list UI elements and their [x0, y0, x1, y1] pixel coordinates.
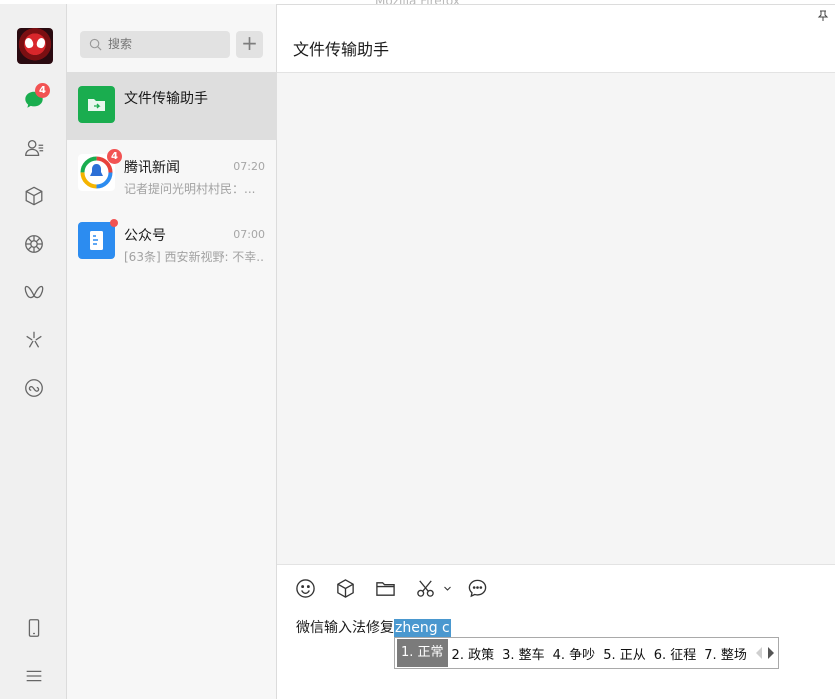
ime-candidate[interactable]: 3. 整车 [498, 640, 549, 667]
official-accounts-icon [78, 222, 115, 259]
ime-candidate[interactable]: 1. 正常 [397, 639, 448, 667]
search-discover-icon[interactable] [22, 328, 46, 352]
add-button[interactable]: + [236, 31, 263, 58]
chat-item-official-accounts[interactable]: 公众号 07:00 [63条] 西安新视野: 不幸... [67, 208, 277, 276]
chat-item-file-transfer[interactable]: 文件传输助手 [67, 72, 277, 140]
search-icon [89, 38, 102, 51]
ime-next-page-icon[interactable] [768, 647, 774, 659]
contacts-icon[interactable] [22, 136, 46, 160]
composer-committed-text: 微信输入法修复 [296, 620, 394, 636]
emoji-icon[interactable] [294, 577, 316, 599]
ime-candidate[interactable]: 4. 争吵 [549, 640, 600, 667]
composer-input[interactable]: 微信输入法修复zheng c [296, 617, 451, 637]
search-box[interactable] [80, 31, 230, 58]
menu-icon[interactable] [22, 664, 46, 688]
ime-candidate[interactable]: 6. 征程 [650, 640, 701, 667]
favorites-box-icon[interactable] [334, 577, 356, 599]
moments-icon[interactable] [22, 232, 46, 256]
chats-icon[interactable]: 4 [22, 83, 50, 112]
ime-candidate[interactable]: 5. 正从 [599, 640, 650, 667]
chat-time: 07:20 [233, 160, 265, 173]
chat-unread-dot [110, 219, 118, 227]
chat-name: 文件传输助手 [124, 91, 208, 107]
chat-name: 腾讯新闻 [124, 160, 180, 176]
mini-programs-icon[interactable] [22, 376, 46, 400]
ime-candidate[interactable]: 2. 政策 [448, 640, 499, 667]
ime-candidate-window: 1. 正常 2. 政策 3. 整车 4. 争吵 5. 正从 6. 征程 7. 整… [394, 637, 779, 669]
chat-time: 07:00 [233, 228, 265, 241]
ime-prev-page-icon[interactable] [756, 647, 762, 659]
ime-page-arrows [756, 647, 774, 659]
chat-list: + 文件传输助手 4 腾讯新闻 07:20 记者提问光明村村民：... 公众号 [67, 4, 277, 699]
phone-icon[interactable] [22, 616, 46, 640]
nav-rail: 4 [0, 4, 67, 699]
chevron-down-icon[interactable] [441, 577, 453, 599]
chats-badge: 4 [35, 83, 50, 98]
search-input[interactable] [108, 31, 228, 58]
pin-icon[interactable] [817, 10, 829, 22]
chat-item-tencent-news[interactable]: 4 腾讯新闻 07:20 记者提问光明村村民：... [67, 140, 277, 208]
file-transfer-icon [78, 86, 115, 123]
chat-history-icon[interactable] [466, 577, 488, 599]
ime-candidate[interactable]: 7. 整场 [700, 640, 751, 667]
mini-programs-box-icon[interactable] [22, 184, 46, 208]
chat-preview: 记者提问光明村村民：... [124, 182, 256, 196]
channels-icon[interactable] [22, 280, 46, 304]
chat-unread-badge: 4 [107, 149, 122, 164]
composer-divider [277, 564, 835, 565]
avatar[interactable] [17, 28, 53, 64]
message-area[interactable] [277, 73, 835, 564]
screenshot-scissors-icon[interactable] [414, 577, 436, 599]
composer-preedit-text: zheng c [394, 619, 451, 637]
chat-preview: [63条] 西安新视野: 不幸... [124, 250, 264, 264]
chat-name: 公众号 [124, 228, 166, 244]
page-title: 文件传输助手 [293, 40, 390, 59]
folder-icon[interactable] [374, 577, 396, 599]
